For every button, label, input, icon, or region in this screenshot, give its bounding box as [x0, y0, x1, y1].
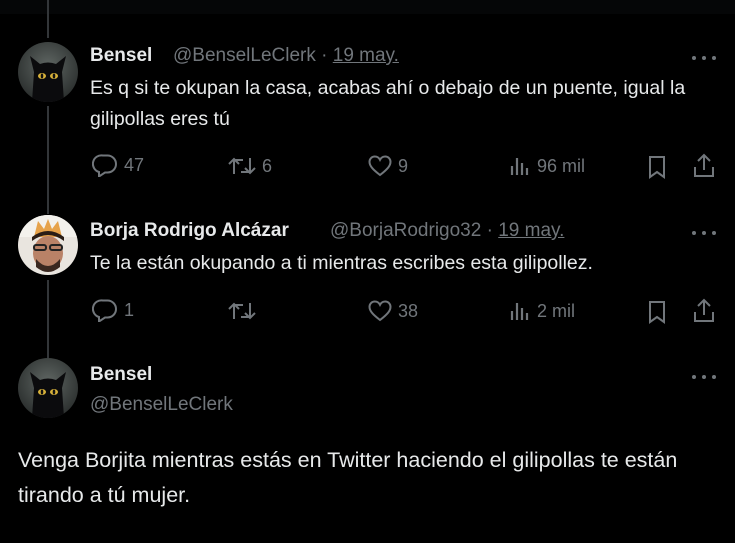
reply-count: 1 — [124, 299, 135, 320]
avatar[interactable] — [18, 42, 78, 102]
tweet-text: Es q si te okupan la casa, acabas ahí o … — [90, 77, 686, 130]
retweet-button[interactable] — [228, 300, 262, 322]
separator: · — [486, 220, 493, 241]
retweet-button[interactable]: 6 — [228, 155, 272, 177]
views-button[interactable]: 2 mil — [509, 300, 575, 322]
avatar[interactable] — [18, 358, 78, 418]
tweet-text: Venga Borjita mientras estás en Twitter … — [18, 448, 678, 507]
handle[interactable]: @BenselLeClerk — [173, 45, 316, 66]
tweet-date[interactable]: 19 may. — [333, 45, 399, 66]
thread-line-top — [47, 0, 49, 38]
reply-icon — [92, 154, 117, 177]
views-icon — [510, 158, 529, 175]
views-button[interactable]: 96 mil — [509, 155, 585, 177]
display-name[interactable]: Bensel — [90, 45, 152, 67]
reply-icon — [92, 299, 117, 322]
thread-line — [47, 106, 49, 214]
tweet-text: Te la están okupando a ti mientras escri… — [90, 252, 593, 274]
like-count: 9 — [398, 155, 409, 176]
retweet-count: 6 — [262, 155, 273, 176]
bookmark-icon[interactable] — [647, 300, 667, 329]
like-count: 38 — [398, 300, 419, 321]
views-count: 96 mil — [537, 155, 586, 176]
more-icon[interactable] — [692, 372, 716, 382]
thread-line — [47, 280, 49, 358]
views-icon — [510, 303, 529, 320]
tweet-meta: @BorjaRodrigo32 · 19 may. — [330, 220, 564, 242]
display-name[interactable]: Bensel — [90, 364, 152, 386]
tweet-date[interactable]: 19 may. — [498, 220, 564, 241]
reply-button[interactable]: 1 — [92, 298, 134, 322]
reply-button[interactable]: 47 — [92, 153, 144, 177]
handle[interactable]: @BenselLeClerk — [90, 394, 233, 416]
retweet-icon — [228, 302, 256, 320]
share-icon[interactable] — [692, 298, 716, 329]
avatar[interactable] — [18, 215, 78, 275]
reply-count: 47 — [124, 154, 145, 175]
like-button[interactable]: 9 — [368, 155, 408, 177]
tweet-meta: @BenselLeClerk · 19 may. — [173, 45, 399, 67]
more-icon[interactable] — [692, 53, 716, 63]
bookmark-icon[interactable] — [647, 155, 667, 184]
display-name[interactable]: Borja Rodrigo Alcázar — [90, 220, 289, 242]
retweet-icon — [228, 157, 256, 175]
views-count: 2 mil — [537, 300, 576, 321]
more-icon[interactable] — [692, 228, 716, 238]
handle[interactable]: @BorjaRodrigo32 — [330, 220, 481, 241]
like-icon — [368, 155, 392, 177]
like-icon — [368, 300, 392, 322]
share-icon[interactable] — [692, 153, 716, 184]
separator: · — [321, 45, 328, 66]
top-bar — [0, 0, 735, 14]
like-button[interactable]: 38 — [368, 300, 418, 322]
